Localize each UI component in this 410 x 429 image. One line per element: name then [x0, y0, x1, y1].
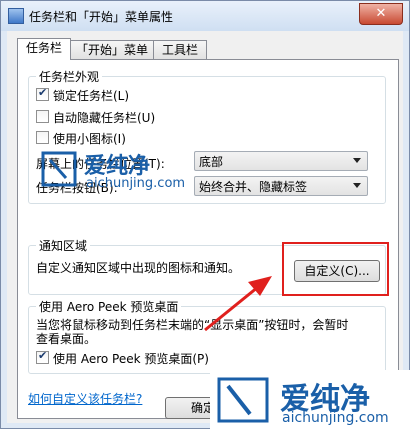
red-arrow-icon — [204, 276, 272, 332]
watermark-site: aichunjing.com — [86, 176, 186, 191]
watermark-logo: 爱纯净 aichunjing.com — [210, 370, 410, 429]
tab-taskbar[interactable]: 任务栏 — [17, 38, 71, 60]
watermark-site: aichunjing.com — [282, 410, 389, 426]
watermark-overlay: 爱纯净 aichunjing.com — [40, 148, 200, 196]
brand-logo-icon — [41, 151, 77, 187]
brand-logo-icon — [217, 377, 269, 423]
